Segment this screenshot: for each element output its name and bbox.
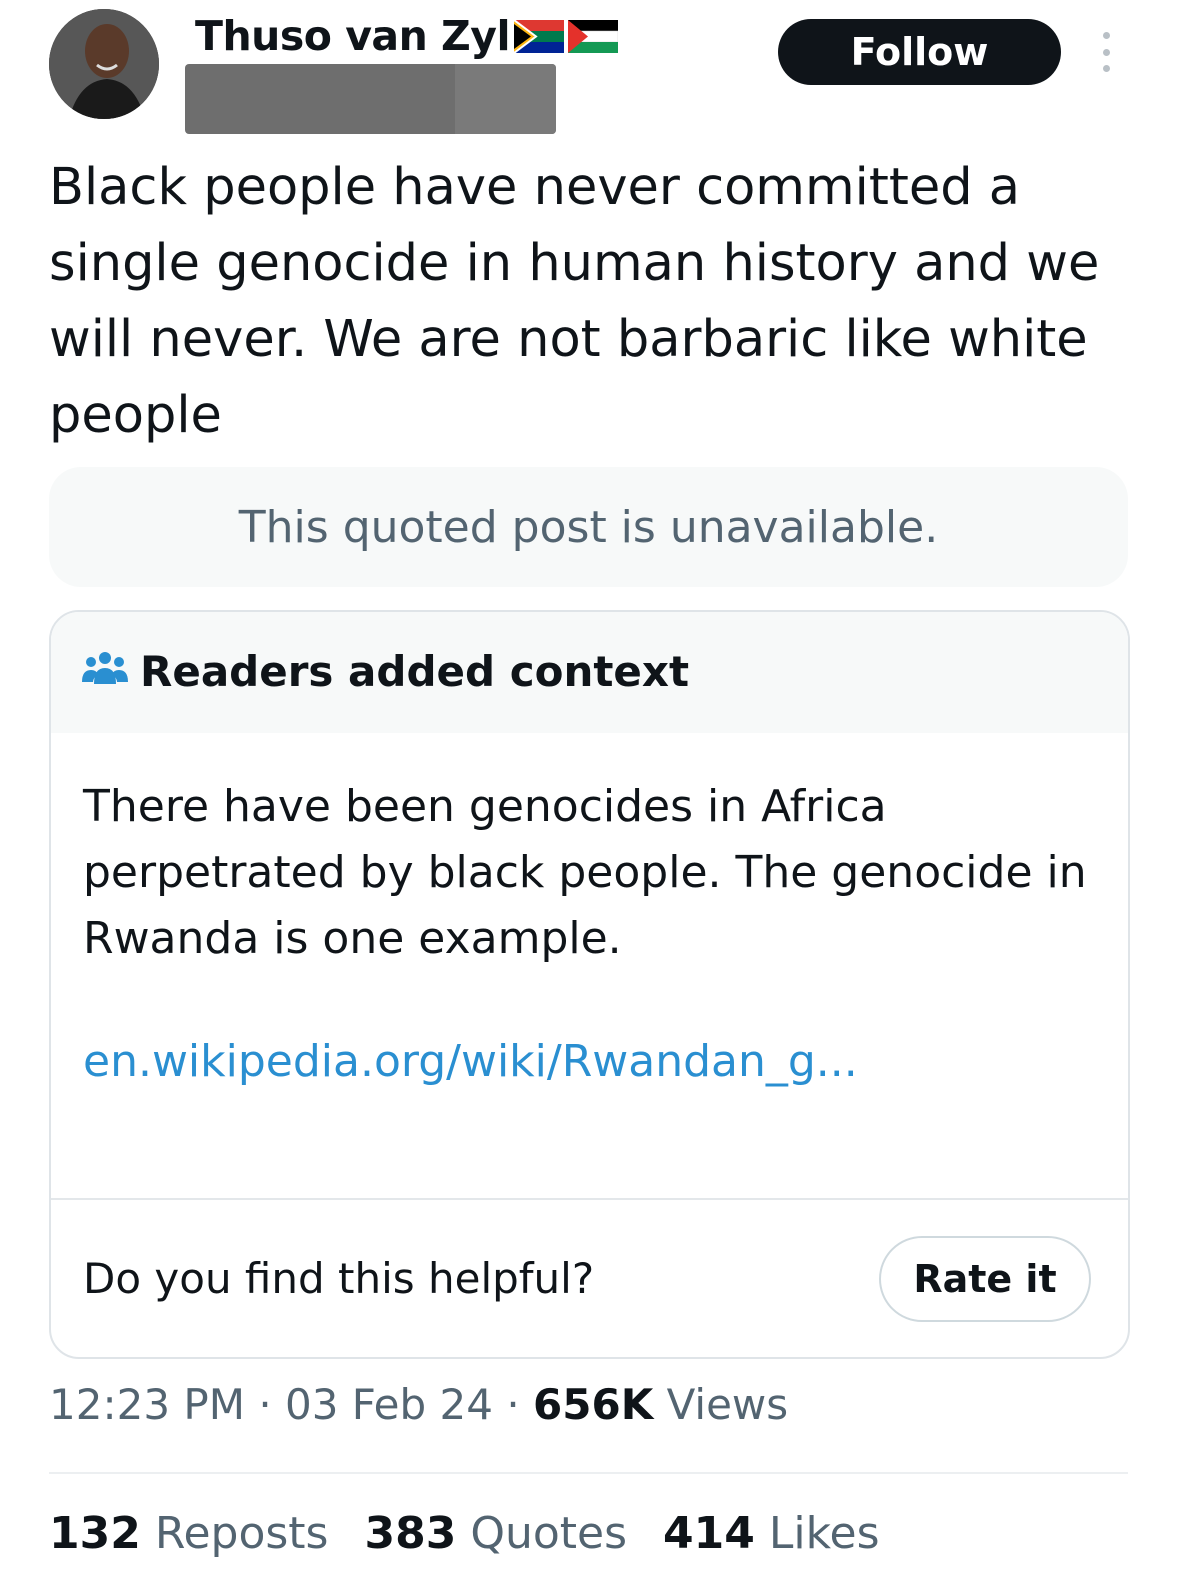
quoted-post-unavailable: This quoted post is unavailable. xyxy=(49,467,1128,587)
quoted-unavailable-label: This quoted post is unavailable. xyxy=(238,501,939,553)
readers-icon xyxy=(81,650,129,688)
helpful-question: Do you find this helpful? xyxy=(83,1254,595,1303)
post-date[interactable]: 03 Feb 24 xyxy=(285,1380,493,1429)
rate-it-button[interactable]: Rate it xyxy=(879,1236,1091,1322)
views-count: 656K xyxy=(533,1380,654,1429)
south-africa-flag-icon xyxy=(513,18,565,54)
redacted-handle xyxy=(185,64,556,134)
note-header: Readers added context xyxy=(51,612,1128,733)
community-note: Readers added context There have been ge… xyxy=(49,610,1130,1359)
likes-stat[interactable]: 414 Likes xyxy=(663,1508,880,1559)
quotes-stat[interactable]: 383 Quotes xyxy=(364,1508,627,1559)
likes-count: 414 xyxy=(663,1508,755,1559)
follow-button[interactable]: Follow xyxy=(778,19,1061,85)
post-text: Black people have never committed a sing… xyxy=(49,158,1100,445)
quotes-label: Quotes xyxy=(470,1508,628,1559)
reposts-label: Reposts xyxy=(154,1508,329,1559)
post-time[interactable]: 12:23 PM xyxy=(49,1380,245,1429)
note-title: Readers added context xyxy=(140,647,690,696)
palestine-flag-icon xyxy=(567,19,619,53)
note-divider xyxy=(51,1198,1128,1200)
views-label: Views xyxy=(666,1380,789,1429)
reposts-stat[interactable]: 132 Reposts xyxy=(49,1508,328,1559)
note-source-link[interactable]: en.wikipedia.org/wiki/Rwandan_g... xyxy=(83,1036,858,1087)
avatar[interactable] xyxy=(49,9,159,119)
more-vertical-icon[interactable] xyxy=(1096,32,1116,72)
reposts-count: 132 xyxy=(49,1508,141,1559)
note-body: There have been genocides in Africa perp… xyxy=(83,781,1087,964)
meta-separator: · xyxy=(258,1380,286,1429)
author-name[interactable]: Thuso van Zyl xyxy=(195,12,511,60)
engagement-stats: 132 Reposts 383 Quotes 414 Likes xyxy=(49,1508,880,1559)
likes-label: Likes xyxy=(768,1508,880,1559)
meta-separator: · xyxy=(506,1380,534,1429)
quotes-count: 383 xyxy=(364,1508,457,1559)
stats-divider xyxy=(49,1472,1128,1474)
author-name-row: Thuso van Zyl xyxy=(195,8,619,64)
post-meta: 12:23 PM · 03 Feb 24 · 656K Views xyxy=(49,1380,788,1429)
